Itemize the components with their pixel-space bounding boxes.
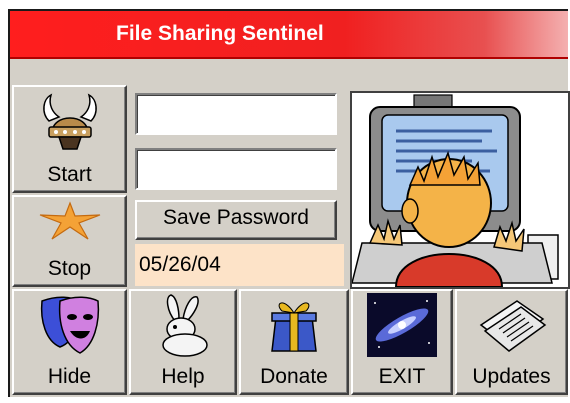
date-display: 05/26/04 xyxy=(135,244,344,286)
start-label: Start xyxy=(47,163,92,186)
theater-masks-icon xyxy=(40,296,99,354)
galaxy-icon xyxy=(367,293,437,357)
gift-box-icon xyxy=(271,302,317,352)
stop-label: Stop xyxy=(47,257,92,280)
updates-button[interactable]: Updates xyxy=(455,289,568,395)
text-input-2[interactable] xyxy=(135,148,337,190)
title-bar[interactable]: File Sharing Sentinel xyxy=(10,11,568,59)
donate-button[interactable]: Donate xyxy=(239,289,349,395)
app-window: File Sharing Sentinel Start Stop Save Pa… xyxy=(8,9,570,397)
person-at-computer-illustration xyxy=(350,91,570,289)
start-button[interactable]: Start xyxy=(12,85,127,193)
stop-button[interactable]: Stop xyxy=(12,195,127,287)
hide-label: Hide xyxy=(47,365,92,388)
window-title: File Sharing Sentinel xyxy=(116,22,324,45)
donate-label: Donate xyxy=(260,365,328,388)
help-button[interactable]: Help xyxy=(129,289,237,395)
rabbit-icon xyxy=(162,294,208,357)
help-label: Help xyxy=(161,365,205,388)
hide-button[interactable]: Hide xyxy=(12,289,127,395)
save-password-label: Save Password xyxy=(163,206,309,229)
viking-helmet-icon xyxy=(42,93,97,150)
text-input-1[interactable] xyxy=(135,93,337,135)
starfish-icon xyxy=(39,201,100,240)
updates-label: Updates xyxy=(472,365,551,388)
newspaper-icon xyxy=(479,300,546,352)
exit-label: EXIT xyxy=(378,365,426,388)
save-password-button[interactable]: Save Password xyxy=(135,200,337,240)
exit-button[interactable]: EXIT xyxy=(351,289,453,395)
